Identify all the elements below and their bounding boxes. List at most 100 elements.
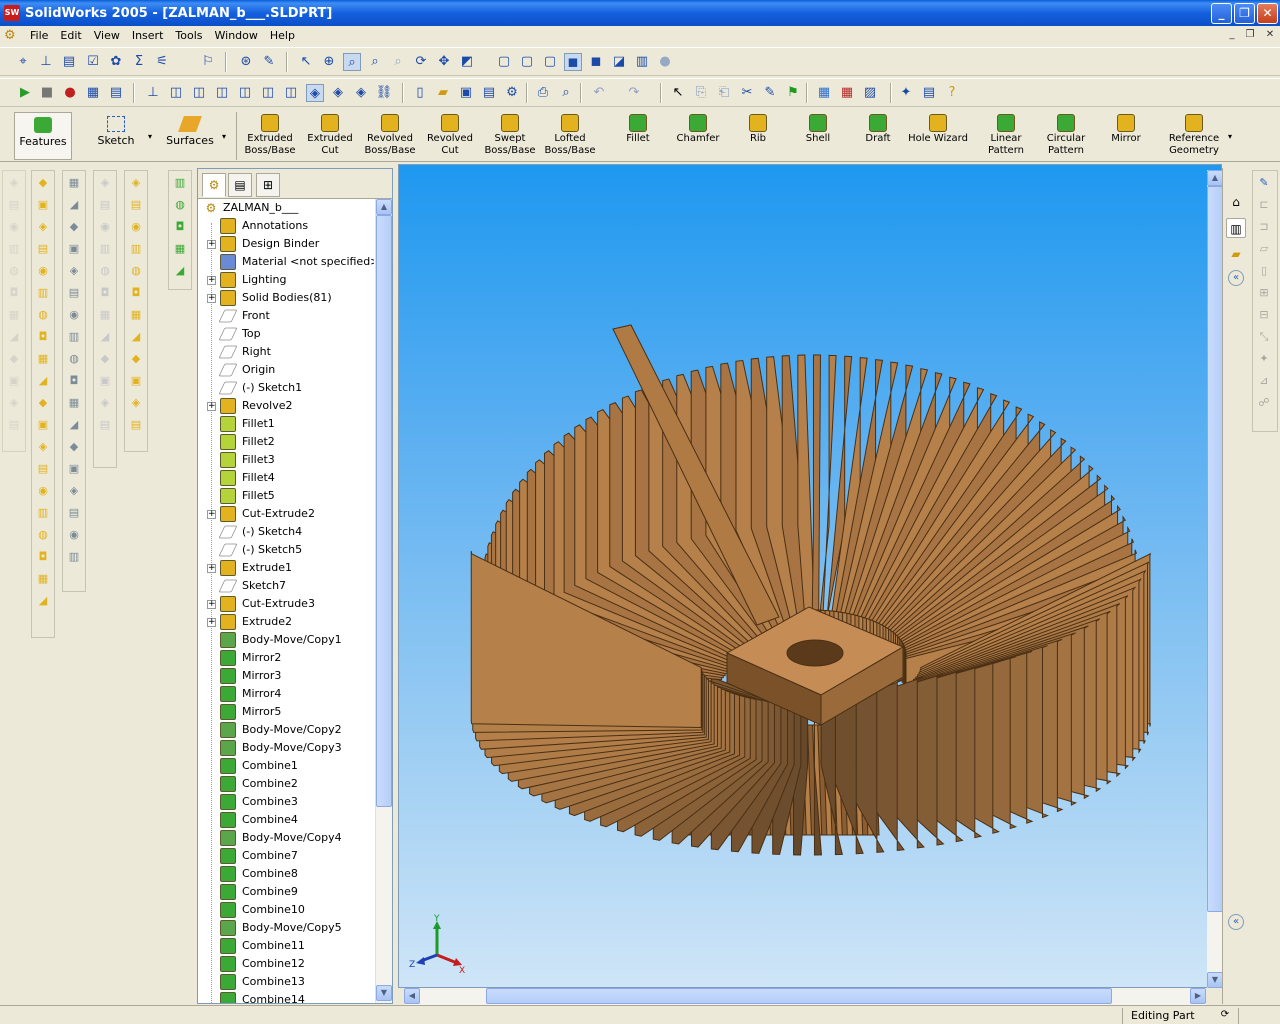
tree-item[interactable]: Body-Move/Copy2 [198,721,374,739]
expand-icon[interactable]: + [207,618,216,627]
viewport-hscroll-thumb[interactable] [486,988,1112,1004]
configuration-manager-tab[interactable]: ⊞ [256,173,280,197]
play-icon[interactable]: ▶ [16,84,34,102]
options-icon[interactable]: ✿ [107,53,125,71]
save-icon[interactable]: ▣ [457,84,475,102]
toolbar-tool-icon[interactable]: ▤ [126,195,146,215]
make-drawing-icon[interactable]: ▤ [480,84,498,102]
toolbar-tool-icon[interactable]: ◢ [64,415,84,435]
tree-item[interactable]: Body-Move/Copy4 [198,829,374,847]
toolbar-tool-icon[interactable]: ◘ [4,283,24,303]
sketch-tool-icon[interactable]: ▯ [1254,261,1274,281]
toolbar-tool-icon[interactable]: ▤ [33,239,53,259]
toolbar-tool-icon[interactable]: ◆ [126,349,146,369]
minimize-button[interactable]: _ [1211,3,1232,24]
toolbar-tool-icon[interactable]: ◆ [4,349,24,369]
cm-button-13[interactable]: Circular Pattern [1036,112,1096,160]
tree-item[interactable]: Body-Move/Copy3 [198,739,374,757]
toolbar-tool-icon[interactable]: ▦ [64,173,84,193]
cm-button-9[interactable]: Shell [788,112,848,160]
hidden-lines-removed-icon[interactable]: ▢ [541,53,559,71]
tree-item[interactable]: Combine3 [198,793,374,811]
toolbar-tool-icon[interactable]: ▣ [4,371,24,391]
checklist-icon[interactable]: ☑ [84,53,102,71]
tree-item[interactable]: Combine9 [198,883,374,901]
cm-button-15[interactable]: Reference Geometry [1164,112,1224,160]
reference-dropdown-icon[interactable]: ▾ [1228,132,1232,141]
toolbar-tool-icon[interactable]: ◍ [170,195,190,215]
record-icon[interactable]: ● [61,84,79,102]
toolbar-tool-icon[interactable]: ◉ [4,217,24,237]
toolbar-tool-icon[interactable]: ◉ [95,217,115,237]
toolbar-tool-icon[interactable]: ◈ [64,261,84,281]
tree-item[interactable]: Fillet2 [198,433,374,451]
make-assembly-icon[interactable]: ⚙ [503,84,521,102]
toolbar-tool-icon[interactable]: ◘ [170,217,190,237]
tree-item[interactable]: Body-Move/Copy1 [198,631,374,649]
trimetric-view-icon[interactable]: ◈ [329,84,347,102]
zoom-area-icon[interactable]: ⌕ [343,53,361,71]
grid-icon[interactable]: ▦ [815,84,833,102]
tree-item[interactable]: Fillet1 [198,415,374,433]
toolbar-tool-icon[interactable]: ◉ [33,481,53,501]
select-filter-icon[interactable]: ↖ [297,53,315,71]
feature-manager-tab[interactable]: ⚙ [202,173,226,197]
shaded-icon[interactable]: ◼ [587,53,605,71]
surfaces-dropdown-icon[interactable]: ▾ [222,132,226,141]
zoom-fit-icon[interactable]: ⊕ [320,53,338,71]
toolbar-tool-icon[interactable]: ◈ [126,393,146,413]
tree-item[interactable]: Material <not specified> [198,253,374,271]
tree-item[interactable]: (-) Sketch5 [198,541,374,559]
graphics-area[interactable]: Y X Z [398,164,1222,988]
tree-item[interactable]: + Cut-Extrude3 [198,595,374,613]
tree-item[interactable]: + Lighting [198,271,374,289]
toolbar-tool-icon[interactable]: ◆ [64,217,84,237]
toolbar-tool-icon[interactable]: ▥ [126,239,146,259]
tree-item[interactable]: Body-Move/Copy5 [198,919,374,937]
tree-item[interactable]: Combine13 [198,973,374,991]
back-view-icon[interactable]: ◫ [190,84,208,102]
tree-item[interactable]: Annotations [198,217,374,235]
cm-button-14[interactable]: Mirror [1096,112,1156,160]
menu-file[interactable]: File [24,29,54,42]
tree-item[interactable]: Fillet3 [198,451,374,469]
cm-tab-features[interactable]: Features [14,112,72,160]
tree-item[interactable]: + Solid Bodies(81) [198,289,374,307]
bottom-view-icon[interactable]: ◫ [282,84,300,102]
edit-macro-icon[interactable]: ▤ [107,84,125,102]
toolbar-tool-icon[interactable]: ▥ [95,239,115,259]
toolbar-tool-icon[interactable]: ◘ [95,283,115,303]
sketch-tool-icon[interactable]: ⊐ [1254,217,1274,237]
cm-button-1[interactable]: Extruded Cut [300,112,360,160]
print-preview-icon[interactable]: ⌕ [557,84,575,102]
close-button[interactable]: ✕ [1257,3,1278,24]
tree-item[interactable]: + Revolve2 [198,397,374,415]
restore-button[interactable]: ❐ [1234,3,1255,24]
toolbar-tool-icon[interactable]: ◈ [64,481,84,501]
viewport-scroll-left[interactable]: ◀ [404,988,420,1004]
rebuild-icon[interactable]: ⚑ [784,84,802,102]
tree-item[interactable]: + Extrude2 [198,613,374,631]
solidworks-app-icon[interactable]: SW [4,5,20,21]
viewport-scroll-down[interactable]: ▼ [1207,972,1223,988]
print-icon[interactable]: ⎙ [534,84,552,102]
tree-item[interactable]: Front [198,307,374,325]
toolbar-tool-icon[interactable]: ◢ [126,327,146,347]
sketch-tool-icon[interactable]: ✎ [1254,173,1274,193]
tree-item[interactable]: + Cut-Extrude2 [198,505,374,523]
toolbar-tool-icon[interactable]: ◆ [33,173,53,193]
tree-item[interactable]: Fillet5 [198,487,374,505]
toolbar-tool-icon[interactable]: ▣ [33,195,53,215]
toolbar-tool-icon[interactable]: ◈ [95,173,115,193]
tree-item[interactable]: Fillet4 [198,469,374,487]
normal-to-icon[interactable]: ⊥ [144,84,162,102]
toolbar-tool-icon[interactable]: ◍ [64,349,84,369]
doc-minimize-button[interactable]: _ [1224,28,1240,42]
toolbar-tool-icon[interactable]: ◢ [170,261,190,281]
isometric-view-icon[interactable]: ◈ [306,84,324,102]
toolbar-tool-icon[interactable]: ◍ [33,525,53,545]
toolbar-tool-icon[interactable]: ◍ [126,261,146,281]
cm-button-5[interactable]: Lofted Boss/Base [540,112,600,160]
toolbar-tool-icon[interactable]: ◢ [95,327,115,347]
paste-icon[interactable]: ⎗ [715,84,733,102]
